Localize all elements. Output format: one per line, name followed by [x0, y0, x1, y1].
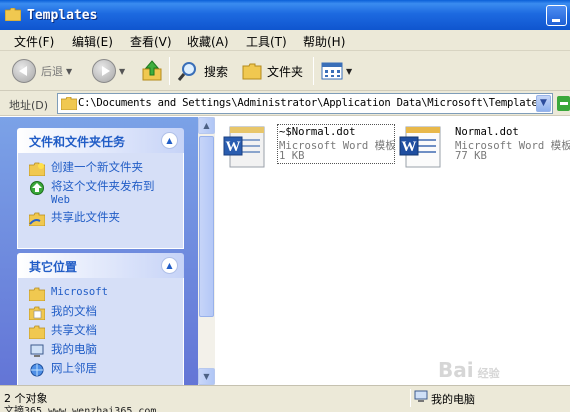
toolbar: 后退 ▼ ▼ 搜索 文件夹 ▼	[0, 51, 570, 91]
menu-favorites[interactable]: 收藏(A)	[187, 33, 229, 50]
address-label: 地址(D)	[9, 99, 49, 112]
back-label: 后退	[41, 65, 63, 78]
back-arrow-icon	[12, 59, 36, 83]
scroll-up-button[interactable]: ▲	[198, 117, 215, 134]
file-tasks-panel: 文件和文件夹任务 ▲ 创建一个新文件夹 将这个文件夹发布到 Web 共享此文件夹	[17, 128, 184, 249]
my-computer-icon	[414, 390, 428, 402]
minimize-button[interactable]	[546, 5, 567, 26]
menu-tools[interactable]: 工具(T)	[246, 33, 287, 50]
toolbar-separator	[169, 57, 170, 85]
search-label: 搜索	[204, 64, 229, 79]
folders-icon	[242, 63, 262, 80]
task-publish-web[interactable]: 将这个文件夹发布到 Web	[18, 178, 183, 209]
chevron-down-icon: ▼	[119, 66, 126, 76]
status-bar: 2 个对象 我的电脑 文摘365 www.wenzhai365.com	[0, 385, 570, 412]
baidu-watermark: Bai 经验	[438, 358, 500, 382]
folders-label: 文件夹	[267, 64, 304, 79]
network-places-icon	[30, 363, 44, 377]
other-places-title: 其它位置	[29, 260, 78, 274]
place-my-computer[interactable]: 我的电脑	[18, 341, 183, 360]
chevron-down-icon: ▼	[540, 98, 547, 108]
up-folder-icon	[142, 60, 162, 81]
task-share-folder[interactable]: 共享此文件夹	[18, 209, 183, 228]
address-path: C:\Documents and Settings\Administrator\…	[78, 97, 544, 109]
word-template-icon: W	[399, 126, 441, 168]
address-dropdown-button[interactable]: ▼	[536, 95, 551, 112]
scroll-thumb[interactable]	[199, 136, 214, 317]
other-places-body: Microsoft 我的文档 共享文档 我的电脑 网上邻居	[17, 278, 184, 385]
folder-icon	[5, 8, 21, 21]
menu-bar: 文件(F) 编辑(E) 查看(V) 收藏(A) 工具(T) 帮助(H)	[0, 30, 570, 51]
share-folder-icon	[29, 212, 45, 226]
views-grid-icon	[321, 62, 343, 80]
place-my-documents[interactable]: 我的文档	[18, 303, 183, 322]
file-tasks-title: 文件和文件夹任务	[29, 135, 126, 149]
chevron-down-icon: ▼	[66, 66, 73, 76]
menu-view[interactable]: 查看(V)	[130, 33, 172, 50]
go-button[interactable]	[557, 96, 570, 111]
my-documents-icon	[29, 306, 45, 320]
collapse-chevron-icon[interactable]: ▲	[161, 132, 178, 149]
chevron-down-icon: ▼	[346, 66, 353, 76]
search-icon	[177, 62, 196, 81]
publish-label-line1: 将这个文件夹发布到	[51, 179, 155, 193]
shared-documents-icon	[29, 325, 45, 339]
window-title: Templates	[27, 8, 98, 23]
overlay-url: 文摘365 www.wenzhai365.com	[4, 406, 157, 412]
back-button[interactable]: 后退 ▼	[12, 57, 72, 85]
file-size: 1 KB	[279, 150, 305, 162]
toolbar-separator	[313, 57, 314, 85]
menu-file[interactable]: 文件(F)	[14, 33, 54, 50]
folders-button[interactable]: 文件夹	[242, 57, 303, 85]
place-microsoft[interactable]: Microsoft	[18, 284, 183, 303]
task-pane-scrollbar[interactable]: ▲ ▼	[198, 117, 215, 385]
search-button[interactable]: 搜索	[177, 57, 228, 85]
place-network[interactable]: 网上邻居	[18, 360, 183, 379]
place-my-documents-label: 我的文档	[51, 304, 97, 318]
collapse-chevron-icon[interactable]: ▲	[161, 257, 178, 274]
publish-web-icon	[30, 181, 44, 195]
views-button[interactable]: ▼	[321, 57, 352, 85]
watermark-text: Bai	[438, 358, 474, 382]
file-name: Normal.dot	[455, 126, 519, 138]
my-computer-icon	[30, 344, 44, 357]
file-list: W ~$Normal.dot Microsoft Word 模板 1 KB W …	[215, 117, 570, 385]
address-input[interactable]: C:\Documents and Settings\Administrator\…	[57, 93, 553, 114]
file-tasks-body: 创建一个新文件夹 将这个文件夹发布到 Web 共享此文件夹	[17, 153, 184, 249]
forward-arrow-icon	[92, 59, 116, 83]
svg-text:W: W	[402, 139, 417, 155]
status-divider	[410, 389, 411, 407]
task-new-folder[interactable]: 创建一个新文件夹	[18, 159, 183, 178]
scroll-down-button[interactable]: ▼	[198, 368, 215, 385]
word-template-icon: W	[223, 126, 265, 168]
address-bar: 地址(D) C:\Documents and Settings\Administ…	[0, 91, 570, 116]
title-bar[interactable]: Templates	[0, 0, 570, 30]
publish-label-line2: Web	[51, 194, 70, 206]
forward-button[interactable]: ▼	[92, 57, 125, 85]
place-microsoft-label: Microsoft	[51, 286, 108, 298]
task-pane: 文件和文件夹任务 ▲ 创建一个新文件夹 将这个文件夹发布到 Web 共享此文件夹 …	[0, 117, 198, 385]
other-places-panel: 其它位置 ▲ Microsoft 我的文档 共享文档 我的电脑 网上邻居	[17, 253, 184, 385]
task-new-folder-label: 创建一个新文件夹	[51, 160, 143, 174]
place-my-computer-label: 我的电脑	[51, 342, 97, 356]
new-folder-icon	[29, 162, 45, 176]
menu-help[interactable]: 帮助(H)	[303, 33, 345, 50]
task-share-folder-label: 共享此文件夹	[51, 210, 120, 224]
place-shared-documents-label: 共享文档	[51, 323, 97, 337]
file-name: ~$Normal.dot	[279, 126, 356, 138]
file-size: 77 KB	[455, 150, 487, 162]
folder-icon	[61, 97, 77, 110]
location-text: 我的电脑	[431, 393, 475, 406]
other-places-header[interactable]: 其它位置 ▲	[17, 253, 184, 278]
watermark-sub: 经验	[477, 367, 500, 380]
up-folder-button[interactable]	[141, 57, 163, 85]
menu-edit[interactable]: 编辑(E)	[72, 33, 113, 50]
place-network-label: 网上邻居	[51, 361, 97, 375]
task-publish-web-label: 将这个文件夹发布到 Web	[51, 180, 155, 207]
folder-icon	[29, 287, 45, 301]
svg-text:W: W	[226, 139, 241, 155]
file-tasks-header[interactable]: 文件和文件夹任务 ▲	[17, 128, 184, 153]
place-shared-documents[interactable]: 共享文档	[18, 322, 183, 341]
